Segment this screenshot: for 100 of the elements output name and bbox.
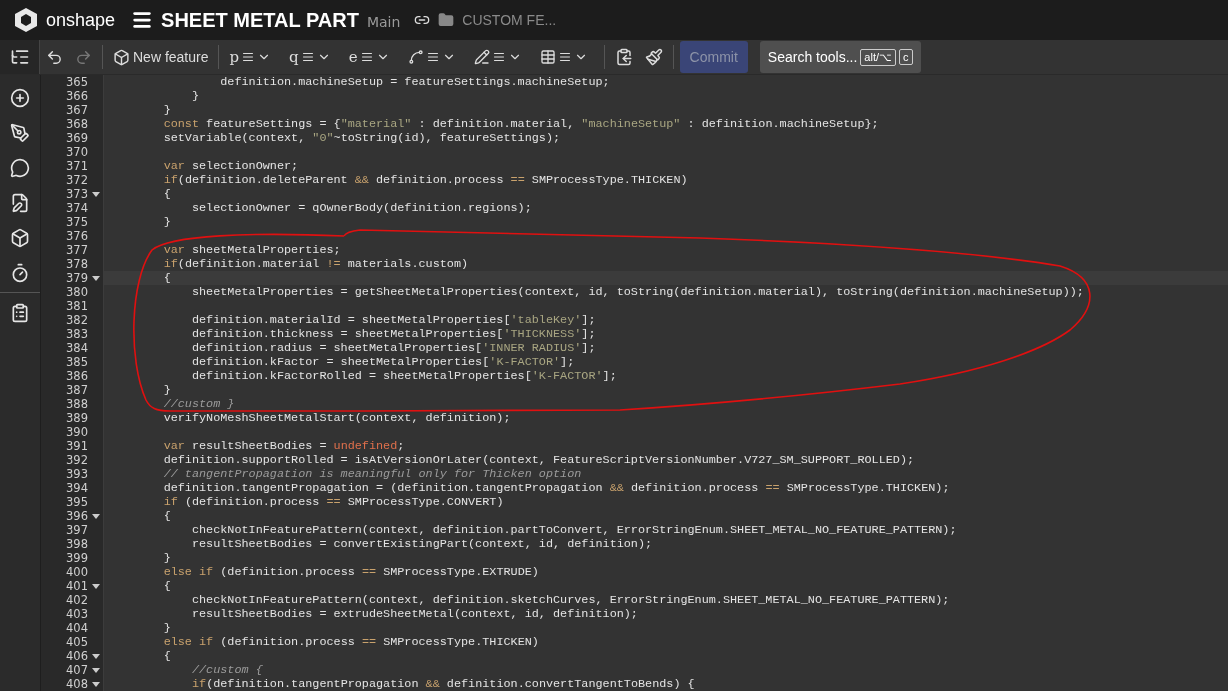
line-number: 393: [66, 467, 88, 481]
curve-icon: [407, 49, 424, 65]
line-number: 376: [66, 229, 88, 243]
code-line: {: [162, 509, 171, 523]
code-line: checkNotInFeaturePattern(context, definition.sketchCurves, ErrorStringEnum.SHEET_METAL_NO_FEATURE_PATTERN);: [190, 593, 950, 607]
pen-tool-icon: [10, 122, 30, 143]
code-line: definition.kFactorRolled = sheetMetalProperties['K-FACTOR'];: [190, 369, 617, 383]
code-line: }: [162, 621, 171, 635]
fold-arrow-icon[interactable]: [92, 682, 100, 687]
line-number: 386: [66, 369, 88, 383]
shortcut-key: alt/⌥: [860, 48, 896, 66]
line-number: 408: [66, 677, 88, 691]
code-line: var sheetMetalProperties;: [162, 243, 341, 257]
line-number: 369: [66, 131, 88, 145]
note-edit-icon: [10, 192, 30, 213]
line-number: 381: [66, 299, 88, 313]
line-number: 385: [66, 355, 88, 369]
code-line: checkNotInFeaturePattern(context, definition.partToConvert, ErrorStringEnum.SHEET_METAL_NO_FEATURE_PATTERN);: [190, 523, 957, 537]
tool-dropdown[interactable]: e: [342, 43, 396, 71]
speech-bubble-icon: [10, 157, 30, 178]
code-line: const featureSettings = {"material" : definition.material, "machineSetup" : definition.machineSetup};: [162, 117, 879, 131]
tool-dropdown[interactable]: p: [223, 43, 278, 71]
code-line: var resultSheetBodies = undefined;: [162, 439, 405, 453]
stopwatch-icon: [10, 262, 30, 283]
line-number: 394: [66, 481, 88, 495]
line-number: 378: [66, 257, 88, 271]
code-line: sheetMetalProperties = getSheetMetalProperties(context, id, toString(definition.material), toString(definition.machineSetup));: [190, 285, 1084, 299]
line-number: 396: [66, 509, 88, 523]
line-number: 377: [66, 243, 88, 257]
line-number: 391: [66, 439, 88, 453]
line-number: 370: [66, 145, 88, 159]
code-line: {: [162, 579, 171, 593]
code-line: definition.thickness = sheetMetalProperties['THICKNESS'];: [190, 327, 596, 341]
search-tools-button[interactable]: Search tools... alt/⌥ c: [759, 41, 921, 73]
line-number: 400: [66, 565, 88, 579]
shortcut-key: c: [899, 49, 913, 65]
code-line: definition.kFactor = sheetMetalProperties['K-FACTOR'];: [190, 355, 575, 369]
lines-icon: [426, 51, 439, 63]
line-number: 366: [66, 89, 88, 103]
line-number: 395: [66, 495, 88, 509]
folder-icon: [438, 12, 455, 28]
lines-icon: [301, 51, 314, 63]
pencil-icon: [473, 49, 490, 65]
line-number: 382: [66, 313, 88, 327]
line-number: 390: [66, 425, 88, 439]
line-number: 368: [66, 117, 88, 131]
line-number: 375: [66, 215, 88, 229]
line-number: 398: [66, 537, 88, 551]
code-line: //custom }: [162, 397, 235, 411]
code-line: definition.materialId = sheetMetalProperties['tableKey'];: [190, 313, 596, 327]
new-feature-button[interactable]: New feature: [107, 43, 215, 71]
code-line: else if (definition.process == SMProcessType.THICKEN): [162, 635, 539, 649]
plus-circle-icon: [10, 87, 30, 108]
search-tools-label: Search tools...: [767, 49, 858, 65]
menu-icon[interactable]: [131, 9, 154, 31]
code-line: {: [162, 649, 171, 663]
code-line: if (definition.process == SMProcessType.CONVERT): [162, 495, 504, 509]
table-icon: [539, 49, 556, 65]
line-number: 387: [66, 383, 88, 397]
hexagon-logo-icon: [14, 7, 38, 33]
line-number: 403: [66, 607, 88, 621]
branch-name: Main: [366, 14, 401, 30]
line-number: 407: [66, 663, 88, 677]
code-line: resultSheetBodies = convertExistingPart(context, id, definition);: [190, 537, 653, 551]
line-number: 379: [66, 271, 88, 285]
tool-dropdown[interactable]: q: [283, 43, 337, 71]
code-line: definition.radius = sheetMetalProperties['INNER RADIUS'];: [190, 341, 596, 355]
code-line: }: [162, 383, 171, 397]
line-number: 405: [66, 635, 88, 649]
lines-icon: [242, 51, 255, 63]
code-line: definition.machineSetup = featureSettings.machineSetup;: [219, 75, 610, 89]
line-number: 384: [66, 341, 88, 355]
line-number: 374: [66, 201, 88, 215]
line-number: 371: [66, 159, 88, 173]
folder-name[interactable]: CUSTOM FE...: [462, 12, 557, 28]
list-tree-icon: [9, 47, 30, 67]
code-line: //custom {: [190, 663, 263, 677]
code-line: }: [162, 551, 171, 565]
lines-icon: [492, 51, 505, 63]
feature-list-toggle[interactable]: [0, 40, 40, 74]
line-number: 404: [66, 621, 88, 635]
brand-name: onshape: [46, 9, 116, 31]
redo-icon: [75, 48, 92, 66]
code-line: definition.tangentPropagation = (definition.tangentPropagation && definition.process == SMProcessType.THICKEN);: [162, 481, 950, 495]
paintbrush-icon: [644, 48, 663, 66]
line-number: 365: [66, 75, 88, 89]
line-number: 380: [66, 285, 88, 299]
line-number: 389: [66, 411, 88, 425]
code-line: }: [162, 215, 171, 229]
code-line: if(definition.tangentPropagation && definition.convertTangentToBends) {: [190, 677, 695, 691]
line-number: 406: [66, 649, 88, 663]
clipboard-icon: [614, 48, 633, 66]
lines-icon: [558, 51, 571, 63]
line-number: 402: [66, 593, 88, 607]
code-line: resultSheetBodies = extrudeSheetMetal(context, id, definition);: [190, 607, 638, 621]
code-line: }: [162, 103, 171, 117]
code-line: selectionOwner = qOwnerBody(definition.regions);: [190, 201, 532, 215]
cube-icon: [10, 227, 30, 248]
code-line: if(definition.material != materials.custom): [162, 257, 469, 271]
line-number: 373: [66, 187, 88, 201]
